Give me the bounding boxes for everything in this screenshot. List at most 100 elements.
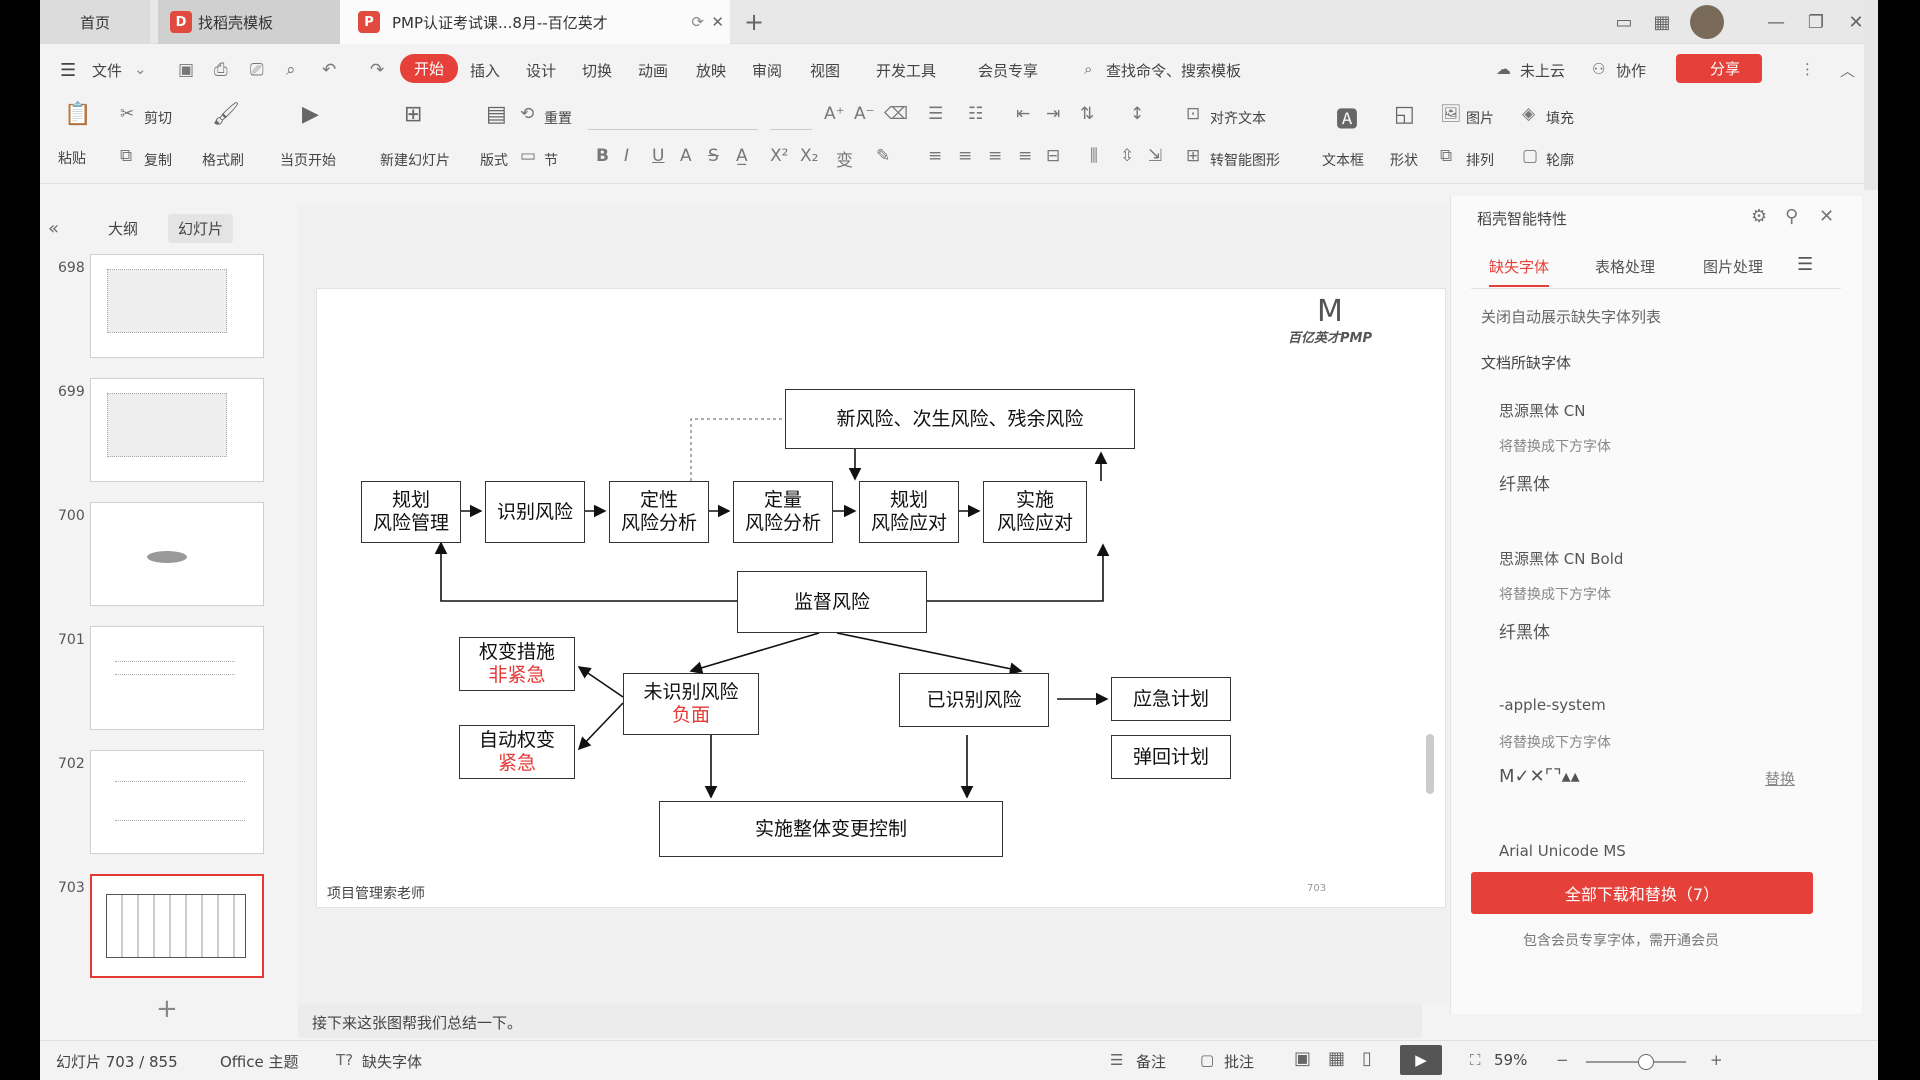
- replacement-font[interactable]: M✓✕⌜⌝▴▴: [1499, 766, 1580, 787]
- font-grow-icon[interactable]: A⁺: [824, 104, 845, 124]
- menu-item-animation[interactable]: 动画: [638, 60, 668, 81]
- cut-button[interactable]: 剪切: [144, 108, 172, 128]
- collapse-ribbon-icon[interactable]: ︿: [1840, 60, 1855, 81]
- slide-thumbnail[interactable]: [90, 378, 264, 482]
- tab-table-processing[interactable]: 表格处理: [1595, 256, 1655, 277]
- box-integrated-change-control[interactable]: 实施整体变更控制: [659, 801, 1003, 857]
- zoom-level[interactable]: 59%: [1494, 1051, 1527, 1069]
- slide-thumbnail[interactable]: [90, 254, 264, 358]
- window-scrollbar[interactable]: [1864, 0, 1878, 190]
- slide-thumbnail[interactable]: [90, 502, 264, 606]
- align-text-button[interactable]: 对齐文本: [1210, 108, 1266, 128]
- tab-outline[interactable]: 大纲: [108, 218, 138, 239]
- paste-icon[interactable]: 📋: [64, 102, 91, 127]
- replace-link[interactable]: 替换: [1765, 768, 1795, 789]
- undo-icon[interactable]: ↶: [322, 60, 336, 80]
- outline-button[interactable]: 轮廓: [1546, 150, 1574, 170]
- box-implement-responses[interactable]: 实施 风险应对: [983, 481, 1087, 543]
- superscript-icon[interactable]: X²: [770, 146, 788, 166]
- menu-item-insert[interactable]: 插入: [470, 60, 500, 81]
- align-center-icon[interactable]: ≡: [958, 146, 972, 166]
- box-new-risks[interactable]: 新风险、次生风险、残余风险: [785, 389, 1135, 449]
- subscript-icon[interactable]: X₂: [800, 146, 818, 166]
- box-identify-risks[interactable]: 识别风险: [485, 481, 585, 543]
- download-replace-all-button[interactable]: 全部下载和替换（7）: [1471, 872, 1813, 914]
- textbox-icon[interactable]: 🅰: [1336, 102, 1358, 134]
- more-icon[interactable]: ⋮: [1800, 60, 1815, 78]
- slide-thumbnail-selected[interactable]: [90, 874, 264, 978]
- box-workaround[interactable]: 权变措施 非紧急: [459, 637, 575, 691]
- menu-item-design[interactable]: 设计: [526, 60, 556, 81]
- grid-view-icon[interactable]: ▦: [1328, 1048, 1345, 1069]
- zoom-slider-handle[interactable]: [1638, 1054, 1654, 1070]
- box-plan-risk-mgmt[interactable]: 规划 风险管理: [361, 481, 461, 543]
- replacement-font[interactable]: 纤黑体: [1499, 618, 1550, 643]
- slide[interactable]: M 百亿英才PMP 新风险、次生风险、残余风险 规划 风险管理 识别风险 定性 …: [316, 288, 1446, 908]
- layout-button[interactable]: 版式: [480, 150, 508, 170]
- save-icon[interactable]: ▣: [178, 60, 194, 80]
- column-icon[interactable]: ⫼: [1090, 146, 1098, 166]
- menu-item-member[interactable]: 会员专享: [978, 60, 1038, 81]
- command-search[interactable]: 查找命令、搜索模板: [1106, 60, 1241, 81]
- tab-document[interactable]: P PMP认证考试课...8月--百亿英才 ⟳ ✕: [340, 0, 730, 44]
- shape-icon[interactable]: ◱: [1394, 102, 1415, 127]
- notes-toggle[interactable]: 备注: [1136, 1051, 1166, 1072]
- theme-name[interactable]: Office 主题: [220, 1051, 299, 1072]
- box-auto-workaround[interactable]: 自动权变 紧急: [459, 725, 575, 779]
- new-slide-icon[interactable]: ⊞: [404, 102, 422, 127]
- strikethrough-icon[interactable]: S: [708, 146, 719, 166]
- apps-grid-icon[interactable]: ▦: [1648, 8, 1676, 36]
- menu-item-developer[interactable]: 开发工具: [876, 60, 936, 81]
- char-spacing-icon[interactable]: 变: [836, 146, 853, 171]
- close-auto-link[interactable]: 关闭自动展示缺失字体列表: [1481, 306, 1661, 327]
- arrange-button[interactable]: 排列: [1466, 150, 1494, 170]
- copy-button[interactable]: 复制: [144, 150, 172, 170]
- highlight-icon[interactable]: ✎: [876, 146, 890, 166]
- layout-icon[interactable]: ▤: [486, 102, 507, 127]
- box-plan-responses[interactable]: 规划 风险应对: [859, 481, 959, 543]
- scrollbar-thumb[interactable]: [1426, 734, 1434, 794]
- text-shadow-icon[interactable]: A: [680, 146, 692, 166]
- numbered-list-icon[interactable]: ☷: [968, 104, 983, 124]
- export-icon[interactable]: ⎙: [214, 60, 228, 80]
- section-button[interactable]: 节: [544, 150, 558, 170]
- menu-item-start[interactable]: 开始: [400, 54, 459, 83]
- textbox-button[interactable]: 文本框: [1322, 150, 1364, 170]
- pin-icon[interactable]: ⚲: [1785, 206, 1798, 227]
- italic-icon[interactable]: I: [624, 146, 629, 166]
- font-color-icon[interactable]: A̲: [736, 146, 748, 166]
- maximize-icon[interactable]: ❐: [1802, 8, 1830, 36]
- start-here-button[interactable]: 当页开始: [280, 150, 336, 170]
- replacement-font[interactable]: 纤黑体: [1499, 470, 1550, 495]
- para-indent-icon[interactable]: ⇲: [1148, 146, 1162, 166]
- tab-image-processing[interactable]: 图片处理: [1703, 256, 1763, 277]
- new-slide-button[interactable]: 新建幻灯片: [380, 150, 450, 170]
- clear-format-icon[interactable]: ⌫: [884, 104, 908, 124]
- close-icon[interactable]: ✕: [711, 13, 724, 31]
- shape-button[interactable]: 形状: [1390, 150, 1418, 170]
- collapse-panel-icon[interactable]: «: [48, 218, 59, 239]
- text-direction-icon[interactable]: ⇅: [1080, 104, 1094, 124]
- box-qualitative-analysis[interactable]: 定性 风险分析: [609, 481, 709, 543]
- reset-button[interactable]: 重置: [544, 108, 572, 128]
- share-button[interactable]: 分享: [1676, 54, 1763, 83]
- align-right-icon[interactable]: ≡: [988, 146, 1002, 166]
- layout-icon[interactable]: ▭: [1610, 8, 1638, 36]
- para-spacing-icon[interactable]: ⇳: [1120, 146, 1134, 166]
- missing-font-status[interactable]: 缺失字体: [362, 1051, 422, 1072]
- menu-icon[interactable]: ☰: [1797, 254, 1813, 275]
- play-slideshow-button[interactable]: ▶: [1400, 1045, 1442, 1075]
- bold-icon[interactable]: B: [596, 146, 609, 166]
- justify-icon[interactable]: ≡: [1018, 146, 1032, 166]
- box-fallback-plan[interactable]: 弹回计划: [1111, 735, 1231, 779]
- line-spacing-icon[interactable]: ↕: [1130, 104, 1144, 124]
- cloud-status[interactable]: 未上云: [1520, 60, 1565, 81]
- hamburger-icon[interactable]: ☰: [60, 60, 76, 81]
- new-tab-button[interactable]: +: [740, 8, 768, 36]
- comments-toggle[interactable]: 批注: [1224, 1051, 1254, 1072]
- box-unidentified-risk[interactable]: 未识别风险 负面: [623, 673, 759, 735]
- normal-view-icon[interactable]: ▣: [1294, 1048, 1311, 1069]
- smartart-button[interactable]: 转智能图形: [1210, 150, 1280, 170]
- preview-icon[interactable]: ⌕: [286, 60, 296, 80]
- tab-slides[interactable]: 幻灯片: [168, 214, 234, 243]
